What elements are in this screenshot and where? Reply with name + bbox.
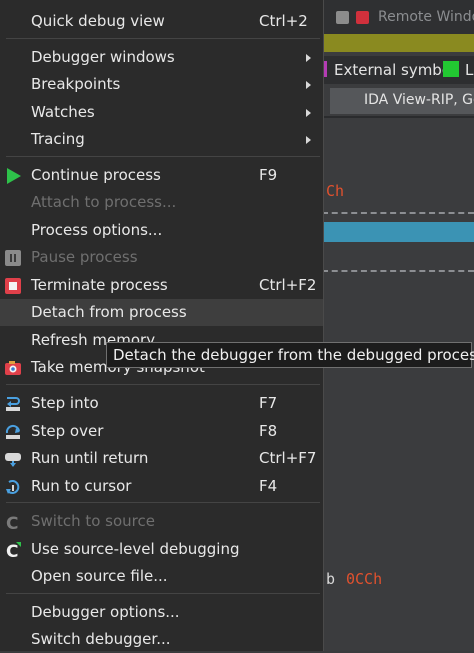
- tab-ida-view-rip-label: IDA View-RIP, Ge: [364, 92, 474, 108]
- disasm-separator-top: [322, 212, 474, 214]
- menu-item-open-source-file[interactable]: Open source file...: [0, 563, 323, 590]
- menu-item-switch-to-source[interactable]: C Switch to source: [0, 508, 323, 535]
- run-to-cursor-icon: [6, 480, 20, 494]
- menu-item-step-into[interactable]: Step into F7: [0, 390, 323, 417]
- disasm-value-bottom: 0CCh: [346, 570, 383, 588]
- disasm-operand-prefix: b: [326, 570, 336, 588]
- menu-item-run-to-cursor[interactable]: Run to cursor F4: [0, 473, 323, 500]
- menu-item-continue-process[interactable]: Continue process F9: [0, 162, 323, 189]
- navigation-band: [320, 34, 474, 52]
- menu-item-step-over[interactable]: Step over F8: [0, 418, 323, 445]
- menu-item-label: Pause process: [31, 248, 138, 266]
- remote-window-title: Remote Window: [378, 9, 474, 25]
- menu-item-label: Attach to process...: [31, 193, 177, 211]
- menu-item-label: Switch debugger...: [31, 630, 171, 648]
- menu-item-label: Detach from process: [31, 303, 187, 321]
- svg-text:C: C: [6, 542, 18, 559]
- disasm-selected-line[interactable]: [322, 222, 474, 242]
- camera-icon: [5, 361, 21, 375]
- menu-item-label: Run to cursor: [31, 477, 132, 495]
- menu-item-terminate-process[interactable]: Terminate process Ctrl+F2: [0, 272, 323, 299]
- stop-toolbar-icon[interactable]: [356, 11, 369, 24]
- menu-item-shortcut: F9: [259, 166, 278, 184]
- source-c-icon: C: [6, 514, 18, 531]
- stop-icon: [5, 278, 21, 294]
- menu-item-run-until-return[interactable]: Run until return Ctrl+F7: [0, 445, 323, 472]
- menu-item-debugger-windows[interactable]: Debugger windows: [0, 44, 323, 71]
- menu-item-label: Open source file...: [31, 567, 168, 585]
- menu-item-label: Quick debug view: [31, 12, 165, 30]
- menu-item-switch-debugger[interactable]: Switch debugger...: [0, 626, 323, 653]
- menu-item-detach-from-process[interactable]: Detach from process: [0, 299, 323, 326]
- menu-item-attach-to-process[interactable]: Attach to process...: [0, 189, 323, 216]
- menu-item-label: Step into: [31, 394, 99, 412]
- menu-item-label: Terminate process: [31, 276, 168, 294]
- menu-item-shortcut: Ctrl+2: [259, 12, 308, 30]
- menu-item-shortcut: Ctrl+F7: [259, 449, 317, 467]
- menu-separator: [6, 156, 320, 157]
- play-icon: [7, 168, 21, 184]
- menu-item-breakpoints[interactable]: Breakpoints: [0, 71, 323, 98]
- run-until-return-icon: [5, 453, 21, 467]
- submenu-arrow-icon: [306, 54, 311, 62]
- menu-item-use-source-level-debugging[interactable]: C Use source-level debugging: [0, 536, 323, 563]
- step-over-icon: [5, 424, 20, 439]
- disasm-separator-bottom: [322, 270, 474, 272]
- menu-item-label: Process options...: [31, 221, 163, 239]
- menu-item-shortcut: F8: [259, 422, 278, 440]
- menu-item-process-options[interactable]: Process options...: [0, 217, 323, 244]
- menu-item-label: Breakpoints: [31, 75, 121, 93]
- pause-toolbar-icon[interactable]: [336, 11, 349, 24]
- menu-item-shortcut: F7: [259, 394, 278, 412]
- menu-item-watches[interactable]: Watches: [0, 99, 323, 126]
- menu-item-label: Switch to source: [31, 512, 155, 530]
- submenu-arrow-icon: [306, 109, 311, 117]
- menu-item-label: Debugger options...: [31, 603, 180, 621]
- legend-external-symbol: External symbol: [334, 61, 456, 79]
- menu-separator: [6, 384, 320, 385]
- menu-item-label: Step over: [31, 422, 104, 440]
- menu-separator: [6, 593, 320, 594]
- tooltip: Detach the debugger from the debugged pr…: [106, 342, 474, 368]
- legend-swatch-green: [443, 61, 459, 77]
- disasm-value-top: Ch: [326, 182, 345, 200]
- submenu-arrow-icon: [306, 81, 311, 89]
- menu-item-quick-debug-view[interactable]: Quick debug view Ctrl+2: [0, 8, 323, 35]
- menu-item-label: Debugger windows: [31, 48, 175, 66]
- source-c-icon: C: [6, 542, 21, 559]
- tooltip-text: Detach the debugger from the debugged pr…: [113, 346, 474, 364]
- step-into-icon: [6, 397, 20, 411]
- pause-icon: [5, 250, 21, 266]
- menu-item-label: Continue process: [31, 166, 161, 184]
- menu-item-shortcut: Ctrl+F2: [259, 276, 317, 294]
- tab-divider: [320, 116, 474, 118]
- menu-item-debugger-options[interactable]: Debugger options...: [0, 599, 323, 626]
- menu-item-tracing[interactable]: Tracing: [0, 126, 323, 153]
- svg-text:C: C: [6, 514, 18, 531]
- debugger-menu: Quick debug view Ctrl+2 Debugger windows…: [0, 0, 324, 651]
- menu-item-pause-process[interactable]: Pause process: [0, 244, 323, 271]
- menu-separator: [6, 38, 320, 39]
- menu-item-label: Watches: [31, 103, 95, 121]
- legend-second-label: L: [465, 61, 474, 79]
- menu-item-shortcut: F4: [259, 477, 278, 495]
- menu-item-label: Tracing: [31, 130, 85, 148]
- menu-item-label: Use source-level debugging: [31, 540, 240, 558]
- submenu-arrow-icon: [306, 136, 311, 144]
- menu-separator: [6, 502, 320, 503]
- menu-item-label: Run until return: [31, 449, 149, 467]
